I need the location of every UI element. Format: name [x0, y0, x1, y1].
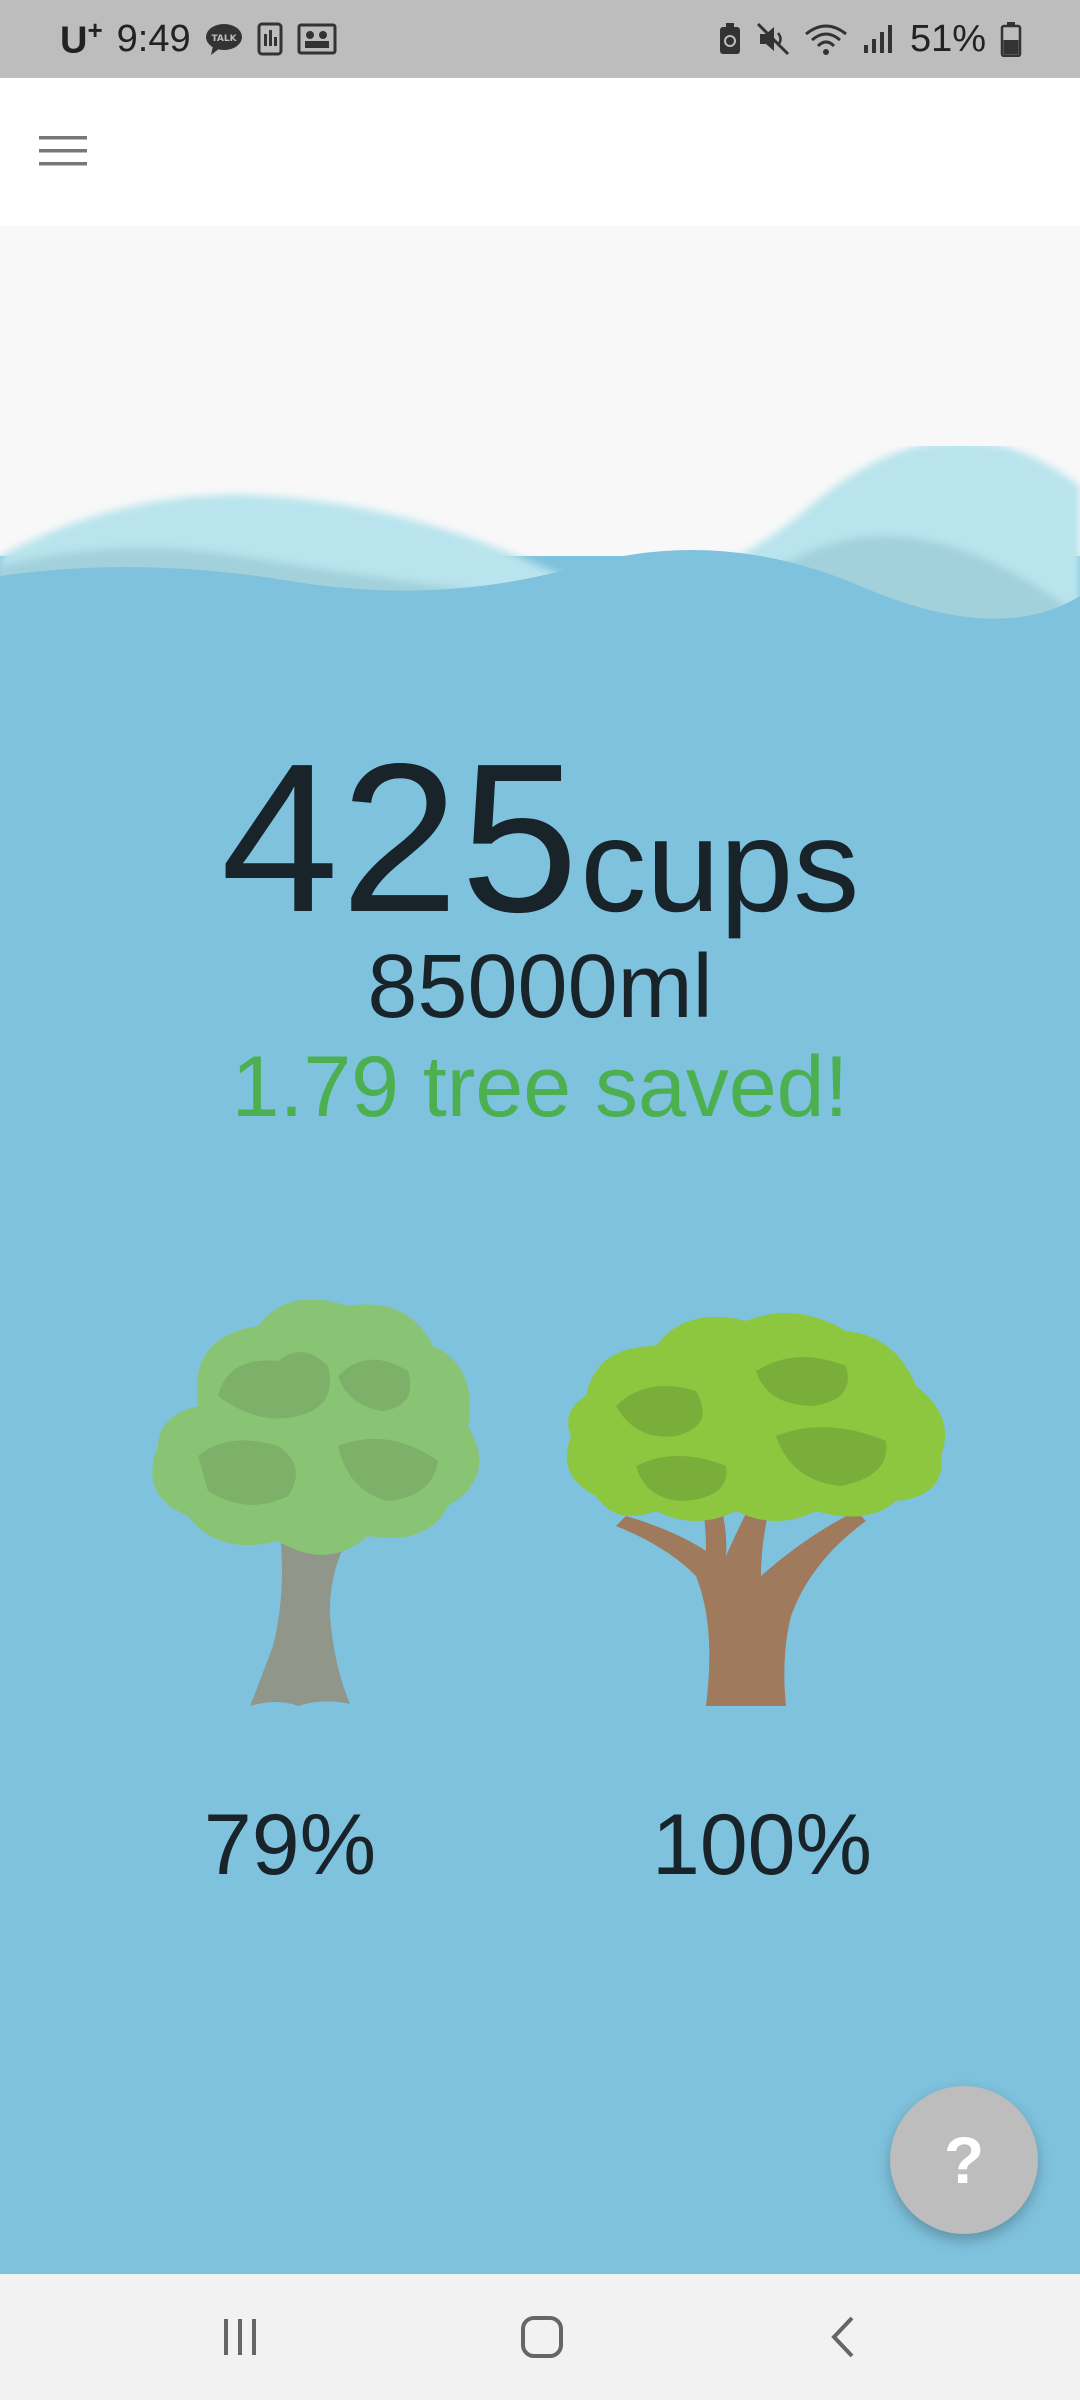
- full-tree-percent: 100%: [652, 1797, 872, 1893]
- status-left: U+ 9:49 TALK: [60, 0, 337, 78]
- wifi-icon: [804, 22, 848, 56]
- cups-count: 425: [220, 719, 581, 956]
- status-right: 51%: [718, 0, 1022, 78]
- gallery-icon: [297, 23, 337, 55]
- battery-icon: [1000, 21, 1022, 57]
- partial-tree-icon: [152, 1299, 480, 1706]
- water-waves: [0, 446, 1080, 686]
- hamburger-menu-icon: [39, 136, 87, 166]
- main-content: 425cups 85000ml 1.79 tree saved! 79% 100…: [0, 226, 1080, 2274]
- back-button[interactable]: [804, 2302, 884, 2372]
- app-bar: [0, 78, 1080, 226]
- carrier-label: U+: [60, 15, 103, 62]
- volume-text: 85000ml: [367, 937, 713, 1037]
- back-icon: [831, 2316, 854, 2358]
- full-tree-icon: [566, 1313, 946, 1706]
- cups-unit: cups: [580, 792, 860, 939]
- home-icon: [521, 2316, 563, 2358]
- mute-icon: [756, 22, 790, 56]
- trees-saved-text: 1.79 tree saved!: [231, 1039, 849, 1135]
- help-button-label: ?: [943, 2123, 985, 2197]
- recents-button[interactable]: [200, 2302, 280, 2372]
- clock: 9:49: [116, 17, 191, 60]
- partial-tree-percent: 79%: [203, 1797, 377, 1893]
- talk-label: TALK: [211, 34, 237, 44]
- battery-saver-icon: [718, 22, 742, 56]
- help-button[interactable]: ?: [890, 2086, 1038, 2234]
- menu-button[interactable]: [28, 116, 98, 186]
- navigation-bar: [0, 2274, 1080, 2400]
- talk-icon: TALK: [205, 22, 243, 56]
- signal-icon: [862, 23, 896, 55]
- battery-percent: 51%: [909, 17, 986, 60]
- status-bar: U+ 9:49 TALK 51%: [0, 0, 1080, 78]
- home-button[interactable]: [502, 2302, 582, 2372]
- sim-icon: [257, 22, 283, 56]
- cups-count-row: 425cups: [0, 716, 1080, 960]
- recents-icon: [224, 2319, 256, 2355]
